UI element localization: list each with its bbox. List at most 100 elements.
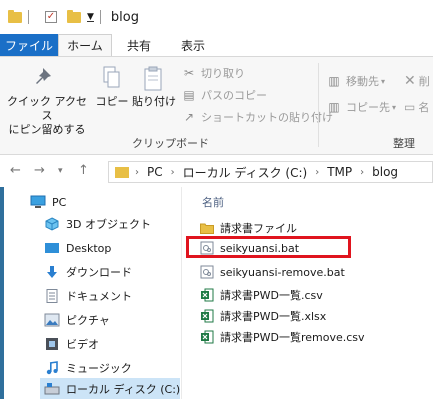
move-to-button[interactable]: ▥ 移動先 ▾ [326, 73, 385, 89]
new-folder-icon[interactable] [67, 9, 81, 23]
chevron-right-icon: › [360, 166, 365, 178]
forward-arrow-icon[interactable]: → [34, 163, 45, 178]
nav-item-local-disk[interactable]: ローカル ディスク (C:) [40, 378, 180, 399]
videos-icon [44, 337, 60, 351]
nav-label: PC [52, 195, 67, 209]
file-row[interactable]: 請求書PWD一覧remove.csv [200, 327, 365, 347]
file-name: 請求書ファイル [220, 222, 297, 235]
ribbon-tabs: ファイル ホーム 共有 表示 [0, 34, 433, 56]
cut-label: 切り取り [201, 67, 245, 80]
copy-to-button[interactable]: ▥ コピー先 ▾ [326, 99, 396, 115]
address-row: ← → ▾ ↑ › PC › ローカル ディスク (C:) › TMP › bl… [0, 155, 433, 187]
nav-item-3d-objects[interactable]: 3D オブジェクト [44, 213, 151, 235]
window-edge [0, 187, 4, 399]
paste-button[interactable]: 貼り付け [130, 65, 178, 109]
file-name: 請求書PWD一覧.xlsx [220, 310, 327, 323]
pin-quick-access-line1: クイック アクセス [7, 95, 87, 122]
music-icon [44, 361, 60, 375]
ribbon-separator [318, 63, 319, 147]
nav-label: ドキュメント [66, 290, 132, 303]
pc-icon [30, 195, 46, 209]
organize-group-label: 整理 [393, 137, 415, 150]
file-row[interactable]: 請求書PWD一覧.xlsx [200, 306, 326, 326]
pin-quick-access-button[interactable]: クイック アクセス にピン留めする [6, 65, 88, 137]
copy-button[interactable]: コピー [92, 65, 132, 109]
pin-icon [36, 68, 51, 84]
pin-quick-access-line2: にピン留めする [8, 123, 86, 136]
excel-file-icon [200, 330, 214, 344]
documents-icon [44, 289, 60, 303]
nav-item-videos[interactable]: ビデオ [44, 333, 99, 355]
copy-path-icon: ▤ [183, 88, 195, 102]
copy-icon [103, 66, 120, 88]
nav-label: 3D オブジェクト [66, 218, 151, 231]
paste-shortcut-label: ショートカットの貼り付け [201, 111, 333, 124]
tab-view[interactable]: 表示 [166, 34, 220, 56]
folder-icon [200, 221, 214, 235]
breadcrumb-blog[interactable]: blog [372, 165, 398, 179]
download-icon [44, 265, 60, 279]
drive-icon [44, 382, 60, 396]
ribbon: クイック アクセス にピン留めする コピー 貼り付け ✂ 切り取り ▤ パスのコ… [0, 56, 433, 155]
file-row[interactable]: seikyuansi-remove.bat [200, 262, 345, 282]
nav-label: ミュージック [66, 362, 132, 375]
delete-button[interactable]: ✕ 削 [404, 73, 430, 89]
file-row[interactable]: 請求書PWD一覧.csv [200, 285, 323, 305]
delete-icon: ✕ [404, 73, 416, 89]
nav-item-pictures[interactable]: ピクチャ [44, 309, 110, 331]
copy-to-label: コピー先 [346, 101, 390, 114]
pictures-icon [44, 313, 60, 327]
nav-item-desktop[interactable]: Desktop [44, 237, 111, 259]
tab-home[interactable]: ホーム [58, 34, 112, 56]
move-to-label: 移動先 [346, 75, 379, 88]
nav-label: Desktop [66, 241, 112, 255]
chevron-right-icon: › [135, 166, 139, 178]
quick-access-dropdown-icon[interactable]: ▼ [87, 12, 94, 22]
paste-shortcut-button[interactable]: ↗ ショートカットの貼り付け [181, 109, 333, 125]
desktop-icon [44, 241, 60, 255]
nav-item-documents[interactable]: ドキュメント [44, 285, 132, 307]
breadcrumb-tmp[interactable]: TMP [327, 165, 352, 179]
3d-objects-icon [44, 217, 60, 231]
chevron-right-icon: › [315, 166, 320, 178]
pane-divider[interactable] [181, 187, 182, 399]
address-bar[interactable]: › PC › ローカル ディスク (C:) › TMP › blog [108, 161, 433, 183]
clipboard-group-label: クリップボード [132, 137, 209, 150]
properties-icon[interactable]: ✓ [45, 11, 57, 23]
file-name: 請求書PWD一覧.csv [220, 289, 323, 302]
copy-path-button[interactable]: ▤ パスのコピー [181, 87, 267, 103]
rename-icon: ▭ [404, 100, 416, 114]
tab-file[interactable]: ファイル [0, 34, 58, 56]
up-arrow-icon[interactable]: ↑ [78, 163, 89, 178]
breadcrumb-pc[interactable]: PC [147, 165, 163, 179]
copy-label: コピー [95, 95, 129, 108]
chevron-down-icon: ▾ [381, 76, 386, 86]
batch-file-icon [200, 265, 214, 279]
nav-item-pc[interactable]: PC [30, 191, 66, 213]
highlight-box [186, 236, 351, 258]
breadcrumb-local-disk[interactable]: ローカル ディスク (C:) [183, 164, 308, 181]
paste-label: 貼り付け [132, 95, 176, 108]
nav-label: ダウンロード [66, 266, 132, 279]
copy-path-label: パスのコピー [201, 89, 267, 102]
nav-label: ローカル ディスク (C:) [66, 383, 181, 396]
nav-label: ビデオ [66, 338, 99, 351]
move-to-icon: ▥ [328, 74, 340, 88]
title-bar: ✓ ▼ blog [0, 0, 433, 34]
copy-to-icon: ▥ [328, 100, 340, 114]
nav-item-downloads[interactable]: ダウンロード [44, 261, 132, 283]
column-header-name[interactable]: 名前 [202, 194, 224, 210]
folder-icon [115, 166, 129, 178]
file-row[interactable]: 請求書ファイル [200, 218, 297, 238]
recent-locations-icon[interactable]: ▾ [58, 166, 63, 176]
nav-item-music[interactable]: ミュージック [44, 357, 132, 379]
scissors-icon: ✂ [183, 66, 195, 80]
chevron-down-icon: ▾ [392, 102, 397, 112]
title-separator [28, 10, 29, 24]
folder-icon [8, 9, 22, 23]
tab-share[interactable]: 共有 [112, 34, 166, 56]
back-arrow-icon[interactable]: ← [10, 163, 21, 178]
delete-label: 削 [418, 75, 430, 88]
cut-button[interactable]: ✂ 切り取り [181, 65, 245, 81]
rename-button[interactable]: ▭ 名 [404, 99, 429, 115]
